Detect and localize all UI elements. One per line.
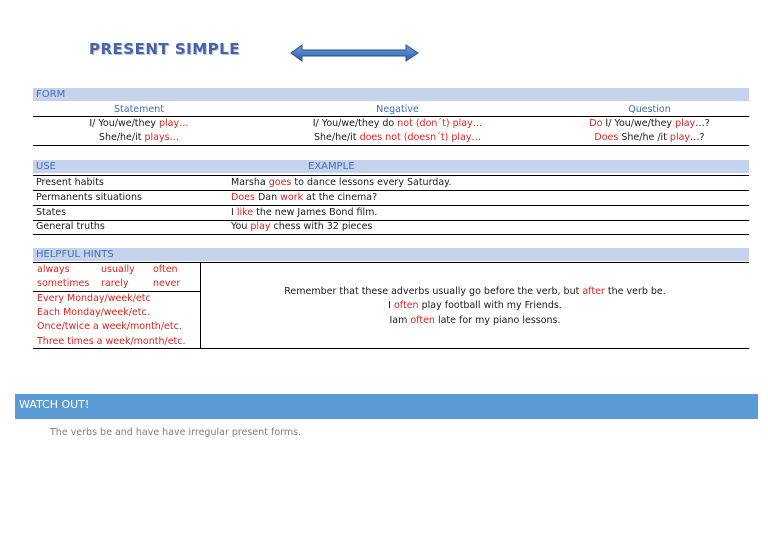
use-header-label: USE bbox=[36, 161, 56, 172]
form-question-2: Does She/he /it play…? bbox=[594, 132, 705, 143]
adverb-rarely: rarely bbox=[101, 278, 129, 289]
hints-header-label: HELPFUL HINTS bbox=[36, 249, 114, 260]
use-row-2-example: Does Dan work at the cinema? bbox=[231, 192, 378, 203]
form-column-negative: Negative bbox=[376, 104, 419, 115]
adverb-always: always bbox=[37, 264, 70, 275]
time-expression-2: Each Monday/week/etc. bbox=[37, 307, 150, 318]
time-expression-4: Three times a week/month/etc. bbox=[37, 336, 186, 347]
divider bbox=[33, 220, 749, 221]
hints-note-line-2: I often play football with my Friends. bbox=[388, 300, 562, 311]
time-expression-1: Every Monday/week/etc bbox=[37, 293, 151, 304]
form-negative-2: She/he/it does not (doesn´t) play… bbox=[314, 132, 481, 143]
form-statement-1: I/ You/we/they play… bbox=[89, 118, 189, 129]
divider bbox=[33, 145, 749, 146]
divider bbox=[33, 262, 749, 263]
form-column-question: Question bbox=[628, 104, 671, 115]
use-row-3-label: States bbox=[36, 207, 67, 218]
time-expression-3: Once/twice a week/month/etc. bbox=[37, 321, 182, 332]
watch-out-banner: WATCH OUT! bbox=[15, 394, 758, 419]
divider bbox=[33, 234, 749, 235]
divider bbox=[33, 205, 749, 206]
watch-out-text: The verbs be and have have irregular pre… bbox=[50, 427, 302, 438]
form-header-label: FORM bbox=[36, 89, 66, 100]
adverb-often: often bbox=[153, 264, 178, 275]
use-section-header: USE EXAMPLE bbox=[33, 160, 749, 173]
form-negative-1: I/ You/we/they do not (don´t) play… bbox=[312, 118, 483, 129]
hints-note-line-3: Iam often late for my piano lessons. bbox=[389, 315, 561, 326]
use-row-2-label: Permanents situations bbox=[36, 192, 142, 203]
adverb-usually: usually bbox=[101, 264, 135, 275]
use-row-3-example: I like the new James Bond film. bbox=[231, 207, 378, 218]
use-row-4-label: General truths bbox=[36, 221, 105, 232]
use-row-1-label: Present habits bbox=[36, 177, 104, 188]
hints-section-header: HELPFUL HINTS bbox=[33, 248, 749, 261]
adverb-sometimes: sometimes bbox=[37, 278, 90, 289]
hints-note-line-1: Remember that these adverbs usually go b… bbox=[284, 286, 666, 297]
form-column-statement: Statement bbox=[114, 104, 164, 115]
form-section-header: FORM bbox=[33, 88, 749, 101]
example-header-label: EXAMPLE bbox=[308, 161, 355, 172]
page-title: PRESENT SIMPLE bbox=[89, 40, 240, 58]
use-row-4-example: You play chess with 32 pieces bbox=[231, 221, 373, 232]
adverb-never: never bbox=[153, 278, 181, 289]
form-question-1: Do I/ You/we/they play…? bbox=[589, 118, 710, 129]
use-row-1-example: Marsha goes to dance lessons every Satur… bbox=[231, 177, 452, 188]
double-arrow-icon bbox=[290, 44, 419, 62]
form-statement-2: She/he/it plays… bbox=[98, 132, 180, 143]
divider bbox=[33, 348, 749, 349]
watch-out-label: WATCH OUT! bbox=[19, 398, 90, 411]
